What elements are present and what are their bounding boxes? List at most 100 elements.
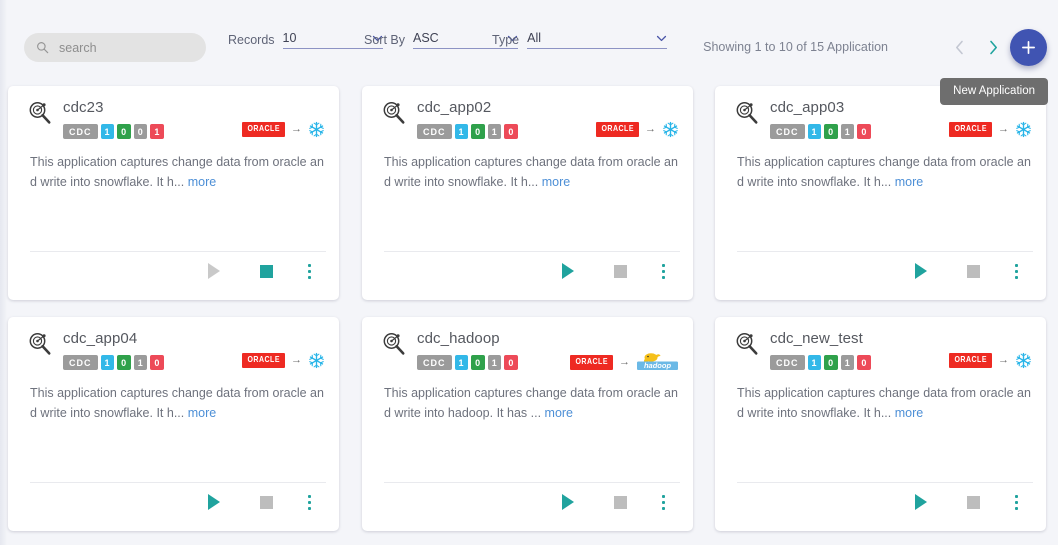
- badge-count-3: 1: [840, 355, 855, 370]
- pagination-summary: Showing 1 to 10 of 15 Application: [703, 40, 888, 54]
- chevron-left-icon: [955, 40, 963, 54]
- source-target-connector: ORACLE → hadoop: [570, 352, 679, 372]
- oracle-logo-icon: ORACLE: [242, 353, 285, 368]
- search-icon: [37, 42, 49, 54]
- badge-count-4: 0: [857, 355, 871, 370]
- description-text: This application captures change data fr…: [30, 155, 324, 189]
- start-application-button[interactable]: [188, 485, 240, 519]
- badge-count-3: 1: [133, 355, 148, 370]
- play-icon: [562, 263, 574, 279]
- arrow-right-icon: →: [998, 123, 1009, 135]
- status-badges: CDC 1 0 1 0: [417, 355, 518, 370]
- badge-count-2: 0: [824, 124, 838, 139]
- stop-application-button[interactable]: [594, 485, 646, 519]
- hadoop-logo-icon: hadoop: [637, 353, 678, 370]
- card-header: cdc_app04 CDC 1 0 1 0 ORACLE →: [8, 317, 339, 377]
- badge-count-1: 1: [454, 124, 469, 139]
- read-more-link[interactable]: more: [895, 175, 923, 189]
- play-icon: [208, 263, 220, 279]
- stop-icon: [259, 495, 273, 509]
- badge-count-3: 1: [487, 355, 502, 370]
- badge-app-type: CDC: [417, 355, 452, 370]
- arrow-right-icon: →: [291, 354, 302, 366]
- badge-count-1: 1: [807, 124, 822, 139]
- prev-page-button[interactable]: [950, 36, 968, 58]
- stop-icon: [259, 264, 273, 278]
- description-text: This application captures change data fr…: [737, 386, 1031, 420]
- application-list-page: Records 10 Sort By ASC Type All: [0, 0, 1058, 545]
- stop-application-button[interactable]: [240, 485, 292, 519]
- arrow-right-icon: →: [619, 355, 630, 368]
- stop-icon: [613, 264, 627, 278]
- kebab-menu-icon: [661, 494, 665, 510]
- start-application-button[interactable]: [542, 254, 594, 288]
- arrow-right-icon: →: [291, 123, 302, 135]
- start-application-button[interactable]: [895, 485, 947, 519]
- search-box[interactable]: [24, 33, 206, 62]
- read-more-link[interactable]: more: [895, 406, 923, 420]
- app-magnifier-icon: [736, 333, 758, 355]
- card-more-menu-button[interactable]: [292, 485, 326, 519]
- badge-count-2: 0: [117, 355, 131, 370]
- status-badges: CDC 1 0 0 1: [63, 124, 164, 139]
- records-label: Records: [228, 33, 275, 47]
- read-more-link[interactable]: more: [188, 406, 216, 420]
- pagination-controls: [950, 36, 1002, 58]
- read-more-link[interactable]: more: [188, 175, 216, 189]
- next-page-button[interactable]: [984, 36, 1002, 58]
- stop-application-button[interactable]: [947, 485, 999, 519]
- application-description: This application captures change data fr…: [737, 383, 1033, 423]
- start-application-button[interactable]: [895, 254, 947, 288]
- snowflake-logo-icon: [309, 121, 324, 138]
- status-badges: CDC 1 0 1 0: [770, 124, 871, 139]
- play-icon: [208, 494, 220, 510]
- type-select[interactable]: All: [527, 31, 668, 49]
- svg-text:hadoop: hadoop: [644, 361, 671, 370]
- stop-application-button[interactable]: [594, 254, 646, 288]
- read-more-link[interactable]: more: [545, 406, 573, 420]
- card-more-menu-button[interactable]: [999, 254, 1033, 288]
- description-text: This application captures change data fr…: [30, 386, 324, 420]
- read-more-link[interactable]: more: [542, 175, 570, 189]
- card-footer: [384, 482, 680, 521]
- new-application-button[interactable]: [1010, 29, 1047, 66]
- application-card[interactable]: cdc_hadoop CDC 1 0 1 0 ORACLE → hadoop This …: [362, 317, 693, 531]
- start-application-button[interactable]: [542, 485, 594, 519]
- chevron-down-icon: [657, 35, 667, 41]
- source-target-connector: ORACLE →: [596, 121, 679, 138]
- application-card[interactable]: cdc23 CDC 1 0 0 1 ORACLE → This applicat…: [8, 86, 339, 300]
- records-filter: Records 10: [228, 31, 383, 49]
- application-card[interactable]: cdc_app02 CDC 1 0 1 0 ORACLE → This appl…: [362, 86, 693, 300]
- oracle-logo-icon: ORACLE: [242, 122, 285, 137]
- stop-application-button[interactable]: [947, 254, 999, 288]
- application-name: cdc_app03: [770, 99, 845, 116]
- application-description: This application captures change data fr…: [30, 383, 326, 423]
- kebab-menu-icon: [307, 494, 311, 510]
- badge-count-4: 0: [504, 355, 518, 370]
- oracle-logo-icon: ORACLE: [949, 353, 992, 368]
- card-more-menu-button[interactable]: [292, 254, 326, 288]
- stop-application-button[interactable]: [240, 254, 292, 288]
- application-card[interactable]: cdc_app04 CDC 1 0 1 0 ORACLE → This appl…: [8, 317, 339, 531]
- search-input[interactable]: [59, 40, 189, 55]
- card-more-menu-button[interactable]: [646, 254, 680, 288]
- start-application-button[interactable]: [188, 254, 240, 288]
- play-icon: [562, 494, 574, 510]
- card-header: cdc_hadoop CDC 1 0 1 0 ORACLE → hadoop: [362, 317, 693, 377]
- status-badges: CDC 1 0 1 0: [63, 355, 164, 370]
- kebab-menu-icon: [661, 263, 665, 279]
- badge-count-2: 0: [117, 124, 131, 139]
- application-description: This application captures change data fr…: [30, 152, 326, 192]
- application-card[interactable]: cdc_new_test CDC 1 0 1 0 ORACLE → This a…: [715, 317, 1046, 531]
- card-more-menu-button[interactable]: [999, 485, 1033, 519]
- badge-count-1: 1: [454, 355, 469, 370]
- card-more-menu-button[interactable]: [646, 485, 680, 519]
- card-footer: [30, 251, 326, 290]
- application-card[interactable]: cdc_app03 CDC 1 0 1 0 ORACLE → This appl…: [715, 86, 1046, 300]
- badge-count-4: 1: [150, 124, 164, 139]
- status-badges: CDC 1 0 1 0: [770, 355, 871, 370]
- badge-app-type: CDC: [770, 124, 805, 139]
- description-text: This application captures change data fr…: [737, 155, 1031, 189]
- card-header: cdc_app02 CDC 1 0 1 0 ORACLE →: [362, 86, 693, 146]
- sort-by-value: ASC: [413, 31, 439, 45]
